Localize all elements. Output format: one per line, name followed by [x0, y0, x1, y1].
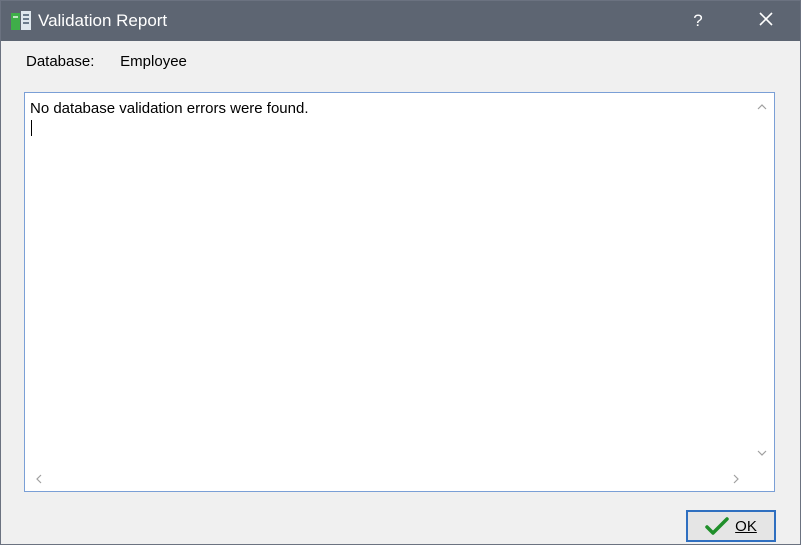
database-row: Database: Employee: [26, 53, 187, 70]
window-title: Validation Report: [38, 11, 168, 30]
database-label: Database:: [26, 53, 95, 70]
title-bar[interactable]: Validation Report ?: [1, 1, 800, 41]
text-caret: [31, 120, 32, 136]
horizontal-scrollbar[interactable]: [25, 467, 750, 491]
scrollbar-corner: [750, 467, 774, 491]
checkmark-icon: [705, 516, 729, 536]
help-icon: ?: [693, 11, 703, 30]
ok-button-label: OK: [735, 517, 757, 535]
report-text: No database validation errors were found…: [30, 100, 309, 117]
close-icon: [758, 11, 774, 32]
scroll-right-icon[interactable]: [730, 473, 742, 485]
help-button[interactable]: ?: [675, 1, 721, 41]
scroll-up-icon[interactable]: [756, 101, 768, 113]
scroll-down-icon[interactable]: [756, 447, 768, 459]
ok-button[interactable]: OK: [686, 510, 776, 542]
vertical-scrollbar[interactable]: [750, 93, 774, 467]
database-value: Employee: [120, 53, 187, 70]
validation-report-dialog: Validation Report ? Database: Employee N…: [0, 0, 801, 545]
close-button[interactable]: [743, 1, 789, 41]
report-textarea[interactable]: No database validation errors were found…: [24, 92, 775, 492]
app-icon: [10, 10, 32, 32]
scroll-left-icon[interactable]: [33, 473, 45, 485]
